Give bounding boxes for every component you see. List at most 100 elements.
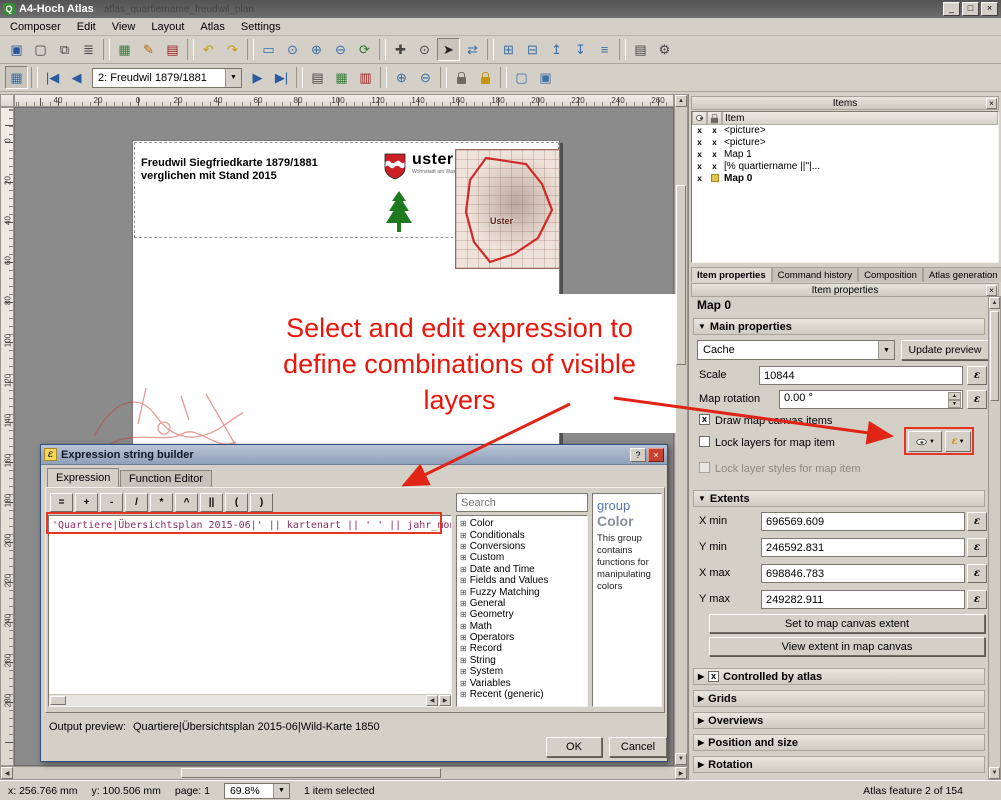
xmin-input[interactable] <box>761 512 965 531</box>
item-properties-close-button[interactable]: × <box>986 285 997 296</box>
section-rotation[interactable]: ▶Rotation <box>693 756 985 773</box>
select-move-item-button[interactable]: ➤ <box>437 38 460 61</box>
atlas-settings-button[interactable]: ▤ <box>629 38 652 61</box>
duplicate-composition-button[interactable]: ⧉ <box>53 38 76 61</box>
zoom-in-preview-button[interactable]: ⊕ <box>390 66 413 89</box>
composer-options-button[interactable]: ⚙ <box>653 38 676 61</box>
export-atlas-as-pdf-button[interactable]: ▥ <box>354 66 377 89</box>
ok-button[interactable]: OK <box>546 737 602 757</box>
ymin-input[interactable] <box>761 538 965 557</box>
move-item-content-button[interactable]: ⇄ <box>461 38 484 61</box>
cache-dropdown-icon[interactable]: ▼ <box>878 341 894 359</box>
set-to-map-canvas-extent-button[interactable]: Set to map canvas extent <box>709 614 985 633</box>
tab-composition[interactable]: Composition <box>858 267 923 282</box>
map-rotation-input[interactable]: 0.00 ° ▲▼ <box>779 390 963 409</box>
items-row[interactable]: xxMap 1 <box>692 148 998 160</box>
cache-select[interactable]: Cache ▼ <box>697 340 895 360</box>
expand-icon[interactable]: ⊞ <box>460 588 467 597</box>
spin-up-icon[interactable]: ▲ <box>948 392 961 400</box>
undo-button[interactable]: ↶ <box>197 38 220 61</box>
xmin-expression-button[interactable]: ε <box>967 512 987 531</box>
tree-group-general[interactable]: ⊞General <box>457 598 587 609</box>
expand-icon[interactable]: ⊞ <box>460 531 467 540</box>
export-atlas-as-image-button[interactable]: ▦ <box>330 66 353 89</box>
previous-feature-button[interactable]: ◀ <box>65 66 88 89</box>
lock-layer-styles-for-atlas-button[interactable] <box>474 66 497 89</box>
lower-items-button[interactable]: ↧ <box>569 38 592 61</box>
tree-group-custom[interactable]: ⊞Custom <box>457 552 587 563</box>
lock-layers-for-atlas-button[interactable] <box>450 66 473 89</box>
atlas-preview-toggle-button[interactable]: ▦ <box>5 66 28 89</box>
items-row[interactable]: xx<picture> <box>692 124 998 136</box>
tree-group-string[interactable]: ⊞String <box>457 655 587 666</box>
lock-layers-expression-button[interactable]: ε ▼ <box>945 431 971 452</box>
operator-button[interactable]: ( <box>225 493 248 512</box>
expand-icon[interactable]: ⊞ <box>460 576 467 585</box>
lock-layer-styles-checkbox[interactable] <box>699 462 710 473</box>
expand-icon[interactable]: ⊞ <box>460 519 467 528</box>
zoom-out-preview-button[interactable]: ⊖ <box>414 66 437 89</box>
zoom-tool-button[interactable]: ⊙ <box>413 38 436 61</box>
tree-group-geometry[interactable]: ⊞Geometry <box>457 609 587 620</box>
ungroup-items-button[interactable]: ⊟ <box>521 38 544 61</box>
redo-button[interactable]: ↷ <box>221 38 244 61</box>
tree-picture[interactable] <box>386 191 412 233</box>
close-button[interactable]: × <box>981 2 998 16</box>
save-project-button[interactable]: ▣ <box>5 38 28 61</box>
export-as-svg-button[interactable]: ✎ <box>137 38 160 61</box>
view-extent-in-map-canvas-button[interactable]: View extent in map canvas <box>709 637 985 656</box>
zoom-combo[interactable]: 69.8% ▼ <box>224 783 290 799</box>
visibility-checkbox[interactable]: x <box>692 174 707 183</box>
menu-settings[interactable]: Settings <box>233 19 289 35</box>
canvas-horizontal-scrollbar[interactable]: ◀ ▶ <box>0 766 688 780</box>
operator-button[interactable]: + <box>75 493 98 512</box>
properties-scrollbar[interactable]: ▲ ▼ <box>988 296 1001 780</box>
group-items-button[interactable]: ⊞ <box>497 38 520 61</box>
ymax-expression-button[interactable]: ε <box>967 590 987 609</box>
menu-atlas[interactable]: Atlas <box>192 19 232 35</box>
composition-manager-button[interactable]: ≣ <box>77 38 100 61</box>
xmax-expression-button[interactable]: ε <box>967 564 987 583</box>
rotation-spinner[interactable]: ▲▼ <box>948 392 961 407</box>
expand-icon[interactable]: ⊞ <box>460 565 467 574</box>
draw-canvas-items-checkbox[interactable]: x <box>699 414 710 425</box>
menu-composer[interactable]: Composer <box>2 19 69 35</box>
items-row[interactable]: xMap 0 <box>692 172 998 184</box>
expand-icon[interactable]: ⊞ <box>460 667 467 676</box>
expression-editor-hscrollbar[interactable]: ◀ ▶ <box>49 694 451 706</box>
section-controlled-by-atlas[interactable]: ▶xControlled by atlas <box>693 668 985 685</box>
next-feature-button[interactable]: ▶ <box>246 66 269 89</box>
new-composition-button[interactable]: ▢ <box>29 38 52 61</box>
tree-group-recent-generic-[interactable]: ⊞Recent (generic) <box>457 689 587 700</box>
search-input[interactable] <box>456 493 588 512</box>
toggle-atlas-panel-button[interactable]: ▣ <box>534 66 557 89</box>
expand-icon[interactable]: ⊞ <box>460 690 467 699</box>
xmax-input[interactable] <box>761 564 965 583</box>
section-main-properties[interactable]: ▼ Main properties <box>693 318 985 335</box>
expand-icon[interactable]: ⊞ <box>460 542 467 551</box>
expand-icon[interactable]: ⊞ <box>460 622 467 631</box>
expand-icon[interactable]: ⊞ <box>460 610 467 619</box>
tab-atlas-generation[interactable]: Atlas generation <box>923 267 1001 282</box>
tree-group-date-and-time[interactable]: ⊞Date and Time <box>457 564 587 575</box>
section-position-and-size[interactable]: ▶Position and size <box>693 734 985 751</box>
tab-expression[interactable]: Expression <box>47 468 119 487</box>
tab-command-history[interactable]: Command history <box>772 267 858 282</box>
dialog-help-button[interactable]: ? <box>630 448 646 462</box>
section-overviews[interactable]: ▶Overviews <box>693 712 985 729</box>
tree-group-fuzzy-matching[interactable]: ⊞Fuzzy Matching <box>457 586 587 597</box>
visibility-checkbox[interactable]: x <box>692 138 707 147</box>
tree-group-conditionals[interactable]: ⊞Conditionals <box>457 529 587 540</box>
export-as-image-button[interactable]: ▦ <box>113 38 136 61</box>
zoom-in-button[interactable]: ⊕ <box>305 38 328 61</box>
spin-down-icon[interactable]: ▼ <box>948 400 961 408</box>
operator-button[interactable]: / <box>125 493 148 512</box>
items-panel-close-button[interactable]: × <box>986 98 997 109</box>
items-row[interactable]: xx<picture> <box>692 136 998 148</box>
map-thumbnail[interactable]: Uster <box>455 149 560 269</box>
scale-expression-button[interactable]: ε <box>967 366 987 385</box>
pan-composer-button[interactable]: ✚ <box>389 38 412 61</box>
uster-coat-of-arms[interactable] <box>384 153 406 180</box>
lock-checkbox[interactable]: x <box>707 162 722 171</box>
expand-icon[interactable]: ⊞ <box>460 599 467 608</box>
